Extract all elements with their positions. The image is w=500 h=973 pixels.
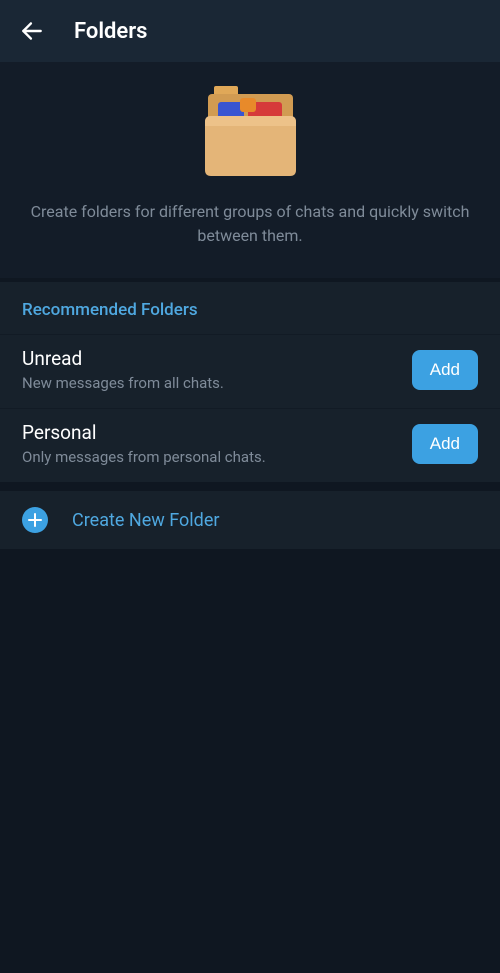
add-button-unread[interactable]: Add: [412, 350, 478, 390]
create-new-folder[interactable]: Create New Folder: [0, 491, 500, 549]
header: Folders: [0, 0, 500, 62]
page-title: Folders: [74, 19, 148, 44]
item-title: Personal: [22, 421, 412, 444]
back-button[interactable]: [8, 7, 56, 55]
plus-icon: [22, 507, 48, 533]
item-text: Unread New messages from all chats.: [22, 347, 412, 392]
intro-text: Create folders for different groups of c…: [30, 200, 470, 248]
folder-illustration: [198, 86, 303, 178]
item-text: Personal Only messages from personal cha…: [22, 421, 412, 466]
recommended-section: Recommended Folders Unread New messages …: [0, 282, 500, 482]
arrow-left-icon: [19, 18, 45, 44]
item-subtitle: Only messages from personal chats.: [22, 448, 412, 466]
add-button-personal[interactable]: Add: [412, 424, 478, 464]
item-title: Unread: [22, 347, 412, 370]
intro-section: Create folders for different groups of c…: [0, 62, 500, 278]
recommended-item-personal: Personal Only messages from personal cha…: [0, 408, 500, 482]
recommended-item-unread: Unread New messages from all chats. Add: [0, 334, 500, 408]
recommended-title: Recommended Folders: [0, 282, 500, 334]
item-subtitle: New messages from all chats.: [22, 374, 412, 392]
create-new-folder-label: Create New Folder: [72, 510, 219, 531]
